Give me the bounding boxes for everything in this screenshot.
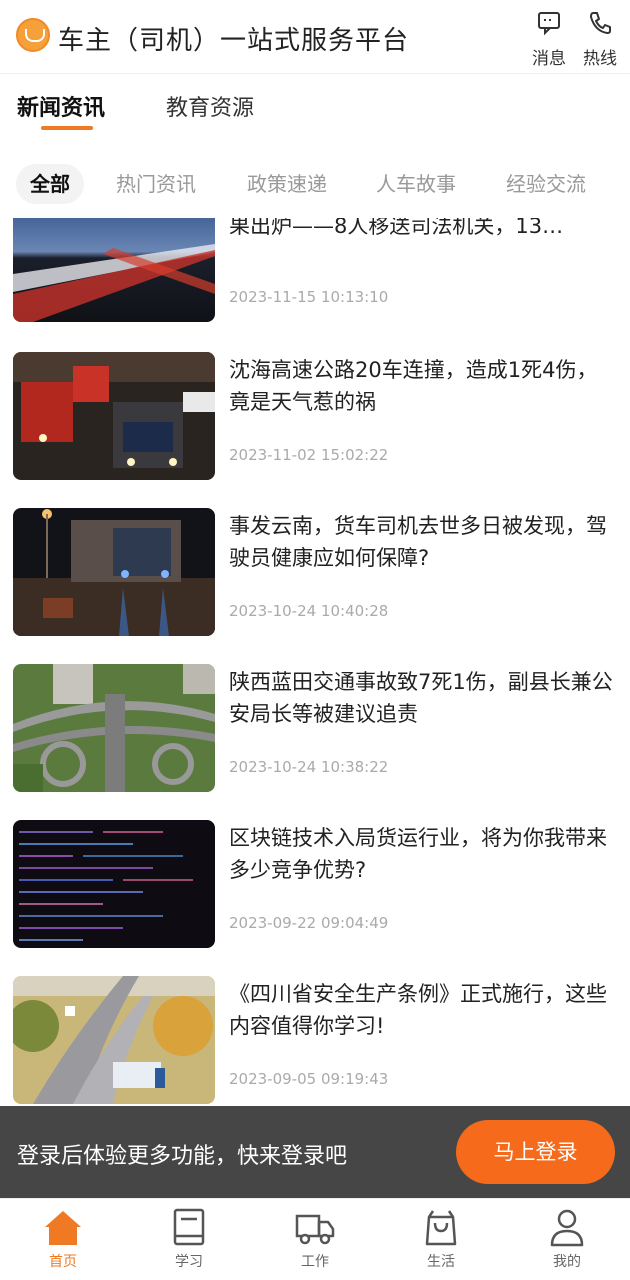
category-tabs: 全部 热门资讯 政策速递 人车故事 经验交流	[0, 160, 630, 210]
truck-traffic-icon	[13, 352, 215, 480]
tabbar-label: 首页	[49, 1254, 77, 1270]
news-title: 区块链技术入局货运行业，将为你我带来多少竞争优势?	[229, 826, 607, 882]
news-title: 沈海高速公路20车连撞，造成1死4伤，竟是天气惹的祸	[229, 358, 598, 414]
category-stories[interactable]: 人车故事	[362, 164, 470, 204]
news-time: 2023-10-24 10:40:28	[229, 602, 389, 620]
category-hot-news[interactable]: 热门资讯	[102, 164, 210, 204]
interchange-icon	[13, 664, 215, 792]
hotline-label: 热线	[583, 49, 617, 69]
tabbar-item-me[interactable]: 我的	[527, 1207, 607, 1271]
news-title: 陕西蓝田交通事故致7死1伤，副县长兼公安局长等被建议追责	[229, 670, 613, 726]
tabbar-item-home[interactable]: 首页	[23, 1207, 103, 1271]
book-icon	[173, 1208, 205, 1246]
code-screen-icon	[13, 820, 215, 948]
category-experience[interactable]: 经验交流	[492, 164, 600, 204]
app-header: 车主（司机）一站式服务平台 消息 热线	[0, 0, 630, 74]
app-title: 车主（司机）一站式服务平台	[58, 26, 410, 56]
news-time: 2023-10-24 10:38:22	[229, 758, 389, 776]
tabbar-item-life[interactable]: 生活	[401, 1207, 481, 1271]
road-truck-icon	[13, 976, 215, 1104]
login-banner: 登录后体验更多功能，快来登录吧 马上登录	[0, 1106, 630, 1198]
tabbar-item-study[interactable]: 学习	[149, 1207, 229, 1271]
phone-icon	[590, 12, 611, 34]
news-thumbnail	[13, 508, 215, 636]
truck-night-icon	[13, 508, 215, 636]
news-item[interactable]: 《四川省安全生产条例》正式施行，这些内容值得你学习! 2023-09-05 09…	[0, 976, 630, 1106]
user-icon	[550, 1209, 584, 1247]
tab-news[interactable]: 新闻资讯	[17, 90, 105, 130]
tabbar-item-work[interactable]: 工作	[275, 1207, 355, 1271]
news-title: 果出炉——8人移送司法机关，13…	[229, 218, 564, 238]
main-tabs: 新闻资讯 教育资源	[0, 74, 630, 144]
news-title: 《四川省安全生产条例》正式施行，这些内容值得你学习!	[229, 982, 607, 1038]
truck-icon	[295, 1214, 335, 1245]
hotline-button[interactable]: 热线	[578, 10, 622, 69]
tabbar-label: 学习	[175, 1254, 203, 1270]
news-thumbnail	[13, 976, 215, 1104]
news-item[interactable]: 沈海高速公路20车连撞，造成1死4伤，竟是天气惹的祸 2023-11-02 15…	[0, 352, 630, 482]
bottom-tab-bar: 首页 学习 工作 生活 我的	[0, 1198, 630, 1280]
category-policy[interactable]: 政策速递	[233, 164, 341, 204]
news-thumbnail	[13, 664, 215, 792]
news-thumbnail	[13, 352, 215, 480]
login-prompt-text: 登录后体验更多功能，快来登录吧	[17, 1144, 348, 1169]
news-item[interactable]: 陕西蓝田交通事故致7死1伤，副县长兼公安局长等被建议追责 2023-10-24 …	[0, 664, 630, 794]
message-button[interactable]: 消息	[527, 10, 571, 69]
tabbar-label: 工作	[301, 1254, 329, 1270]
news-item[interactable]: 果出炉——8人移送司法机关，13… 2023-11-15 10:13:10	[0, 218, 630, 324]
category-all[interactable]: 全部	[16, 164, 84, 204]
tab-education[interactable]: 教育资源	[166, 90, 254, 122]
home-icon	[45, 1211, 81, 1245]
app-logo	[16, 18, 50, 52]
tabbar-label: 生活	[427, 1254, 455, 1270]
news-title: 事发云南，货车司机去世多日被发现，驾驶员健康应如何保障?	[229, 514, 607, 570]
news-item[interactable]: 事发云南，货车司机去世多日被发现，驾驶员健康应如何保障? 2023-10-24 …	[0, 508, 630, 638]
message-label: 消息	[532, 49, 566, 69]
news-thumbnail	[13, 218, 215, 322]
news-feed: 果出炉——8人移送司法机关，13… 2023-11-15 10:13:10 沈海…	[0, 218, 630, 1108]
message-icon	[538, 12, 560, 36]
highway-night-icon	[13, 218, 215, 322]
news-time: 2023-09-05 09:19:43	[229, 1070, 389, 1088]
login-button[interactable]: 马上登录	[456, 1120, 615, 1184]
shopping-bag-icon	[425, 1210, 457, 1246]
news-time: 2023-11-02 15:02:22	[229, 446, 389, 464]
tabbar-label: 我的	[553, 1254, 581, 1270]
news-time: 2023-09-22 09:04:49	[229, 914, 389, 932]
news-thumbnail	[13, 820, 215, 948]
news-time: 2023-11-15 10:13:10	[229, 288, 389, 306]
news-item[interactable]: 区块链技术入局货运行业，将为你我带来多少竞争优势? 2023-09-22 09:…	[0, 820, 630, 950]
